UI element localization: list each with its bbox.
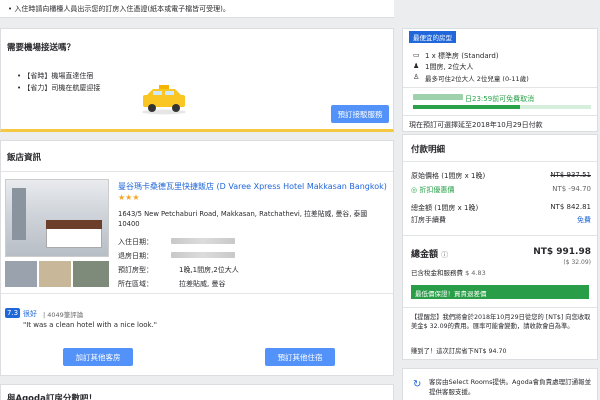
payment-card: 付款明細 原始價格 (1間房 x 1晚) NT$ 937.51 ◎ 折扣優惠價 … [402, 134, 598, 360]
detail-area-label: 所在區域： [118, 280, 153, 288]
add-room-button[interactable]: 加訂其他客房 [63, 348, 133, 366]
support-card: ↻ 客房由Select Rooms提供。Agoda會負責處理訂通報並提供客服支援… [402, 368, 598, 400]
checkin-value-redacted [171, 238, 235, 244]
total-usd: ($ 32.09) [563, 259, 591, 266]
payment-notice: 【提醒您】我們將會於2018年10月29日從您的 [NT$] 向您收取美金$ 3… [411, 314, 591, 330]
free-cancellation: 日23:59前可免費取消 [465, 95, 535, 103]
support-icon: ↻ [413, 379, 422, 390]
hotel-photo[interactable] [5, 179, 109, 257]
star-rating: ★★★ [118, 193, 140, 202]
review-score-badge: 7.3 [5, 308, 21, 318]
support-text: 客房由Select Rooms提供。Agoda會負責處理訂通報並提供客服支援。 [429, 378, 592, 396]
photo-thumb-2[interactable] [39, 261, 71, 287]
discount-icon: ◎ [411, 186, 418, 194]
original-price-label: 原始價格 (1間房 x 1晚) [411, 172, 486, 180]
photo-thumb-1[interactable] [5, 261, 37, 287]
subtotal-value: NT$ 842.81 [550, 203, 591, 211]
guests-icon: ♟ [413, 62, 420, 70]
booking-fee-row: 訂房手續費 免費 [411, 215, 591, 225]
top-note-text: 入住時請向櫃檯人員出示您的訂房入住憑證(紙本或電子檔皆可受理)。 [14, 5, 230, 13]
hotel-section-title: 飯店資訊 [7, 153, 42, 163]
bottom-card-title: 與Agoda訂房分數吧！ [7, 394, 97, 400]
booking-fee-value: 免費 [577, 216, 591, 224]
room-guests: 1間房, 2位大人 [425, 63, 474, 71]
airport-title: 需要機場接送嗎？ [7, 43, 76, 53]
hotel-address: 1643/5 New Petchaburi Road, Makkasan, Ra… [118, 210, 368, 228]
book-transfer-button[interactable]: 預訂接駁服務 [331, 105, 389, 123]
cancel-date-redacted [413, 94, 463, 100]
discount-label: ◎ 折扣優惠價 [411, 186, 455, 194]
top-note: • 入住時請向櫃檯人員出示您的訂房入住憑證(紙本或電子檔皆可受理)。 [0, 0, 394, 18]
photo-thumb-3[interactable] [73, 261, 109, 287]
original-price-row: 原始價格 (1間房 x 1晚) NT$ 937.51 [411, 171, 591, 181]
total-label: 總金額 ⓘ [411, 250, 449, 260]
savings-note: 賺到了！這次訂房省下NT$ 94.70 [411, 348, 507, 355]
bed-icon: ▭ [413, 51, 420, 59]
checkout-value-redacted [171, 252, 235, 258]
hotel-name-link[interactable]: 曼谷瑪卡桑德瓦里快捷飯店 (D Varee Xpress Hotel Makka… [118, 181, 388, 203]
airport-point-2: • 【省力】司機在航廈迎接 [17, 84, 101, 92]
airport-transfer-card: 需要機場接送嗎？ • 【省時】機場直達住宿 • 【省力】司機在航廈迎接 預訂接駁… [0, 28, 394, 132]
total-value: NT$ 991.98 [533, 247, 591, 257]
detail-checkout-label: 退房日期： [118, 252, 153, 260]
subtotal-row: 總金額 (1間房 x 1晚) NT$ 842.81 [411, 203, 591, 213]
discount-row: ◎ 折扣優惠價 NT$ -94.70 [411, 185, 591, 195]
booking-fee-label: 訂房手續費 [411, 216, 446, 224]
detail-room-value: 1晚,1間房,2位大人 [179, 266, 239, 274]
taxi-icon [142, 85, 186, 115]
book-other-button[interactable]: 預訂其他住宿 [265, 348, 335, 366]
booking-summary-card: 最便宜的房型 ▭ 1 x 標準房 (Standard) ♟ 1間房, 2位大人 … [402, 28, 598, 132]
detail-room-label: 預訂房型： [118, 266, 153, 274]
price-guarantee-banner: 最低價保證！買貴退差價 [411, 285, 589, 299]
original-price-value: NT$ 937.51 [550, 171, 591, 179]
payment-title: 付款明細 [411, 145, 446, 155]
review-quote: "It was a clean hotel with a nice look." [23, 321, 158, 329]
hotel-info-card: 飯店資訊 曼谷瑪卡桑德瓦里快捷飯店 (D Varee Xpress Hotel … [0, 140, 394, 376]
airport-point-1: • 【省時】機場直達住宿 [17, 72, 94, 80]
tax-label: 已含稅金和服務費 $ 4.83 [411, 269, 486, 277]
max-occupancy: 最多可住2位大人 2位兒童 (0-11歲) [425, 75, 529, 83]
cheapest-badge: 最便宜的房型 [409, 31, 456, 43]
pay-later-note: 現在預訂可選擇延至2018年10月29日付款 [409, 121, 543, 129]
review-count[interactable]: | 4049筆評論 [43, 309, 83, 319]
progress-bar [413, 105, 591, 109]
subtotal-label: 總金額 (1間房 x 1晚) [411, 204, 479, 212]
room-type: 1 x 標準房 (Standard) [425, 52, 499, 60]
info-icon[interactable]: ⓘ [441, 251, 448, 259]
max-occupancy-icon: ♙ [413, 73, 420, 81]
detail-area-value: 拉差貼威, 曼谷 [179, 280, 226, 288]
review-score-label[interactable]: 很好 [23, 309, 37, 319]
detail-checkin-label: 入住日期： [118, 238, 153, 246]
bottom-card: 與Agoda訂房分數吧！ [0, 384, 394, 400]
discount-value: NT$ -94.70 [552, 185, 591, 193]
